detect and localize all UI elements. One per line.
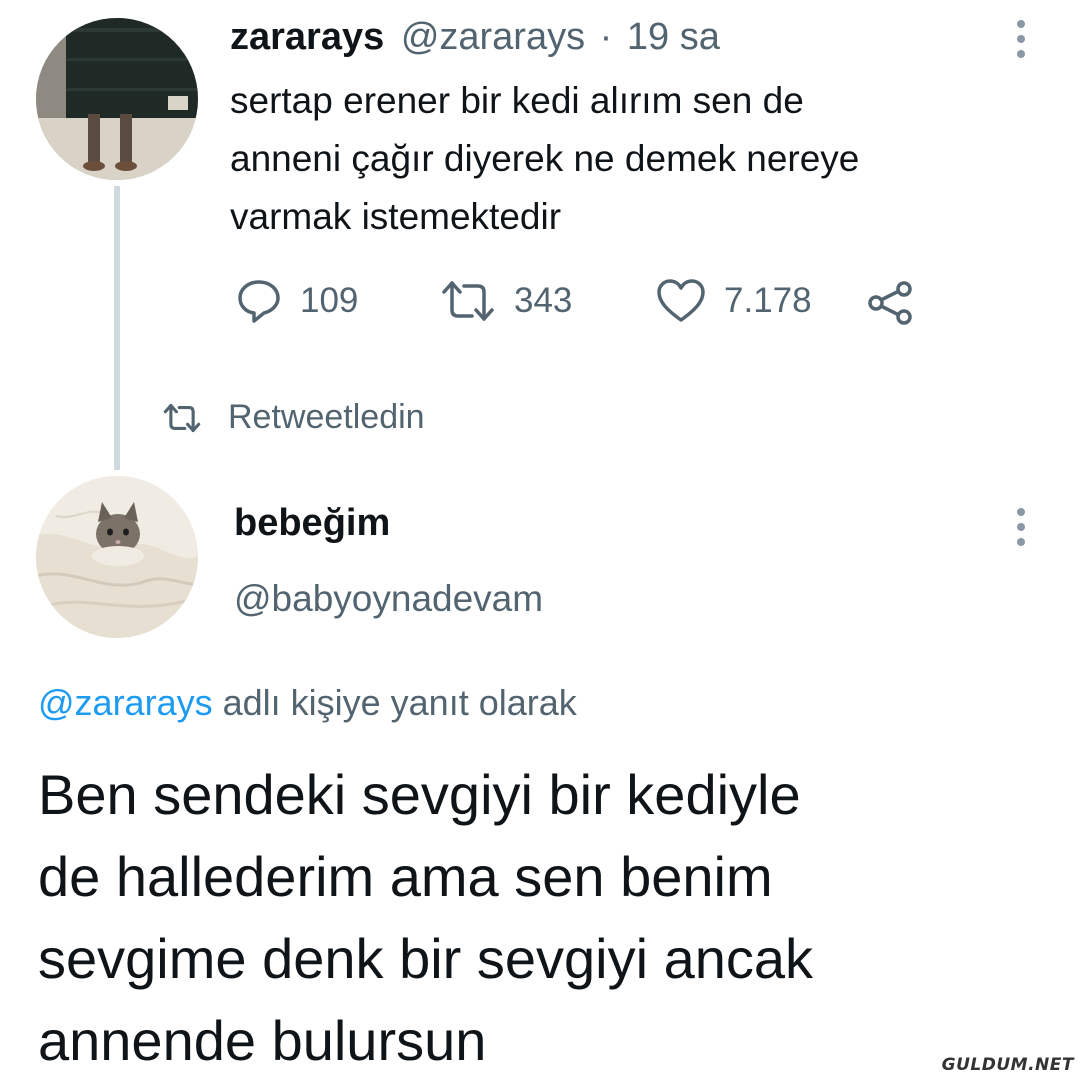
handle[interactable]: @zararays (401, 16, 585, 58)
retweet-button[interactable]: 343 (440, 278, 572, 324)
retweet-icon (163, 403, 201, 432)
like-count: 7.178 (724, 281, 812, 320)
share-icon (868, 281, 912, 325)
reply-icon (238, 280, 280, 323)
tweet-text-line: anneni çağır diyerek ne demek nereye (230, 138, 860, 179)
avatar-zararays[interactable] (36, 18, 198, 180)
like-button[interactable]: 7.178 (656, 278, 812, 324)
retweet-context-label[interactable]: Retweetledin (228, 398, 425, 437)
reply-context: @zararays adlı kişiye yanıt olarak (38, 682, 577, 724)
retweet-count: 343 (514, 281, 573, 320)
more-icon[interactable] (1014, 20, 1028, 58)
tweet2-display-name[interactable]: bebeğim (234, 502, 390, 545)
share-button[interactable] (866, 280, 916, 331)
tweet-text-line: annende bulursun (38, 1009, 487, 1072)
more-icon[interactable] (1014, 508, 1028, 546)
tweet-text-line: de hallederim ama sen benim (38, 845, 773, 908)
avatar-babyoynadevam[interactable] (36, 476, 198, 638)
display-name[interactable]: zararays (230, 16, 384, 58)
retweet-context: Retweetledin (162, 398, 425, 437)
tweet1-header: zararays @zararays · 19 sa (230, 14, 720, 60)
reply-count: 109 (300, 281, 359, 320)
tweet2-handle[interactable]: @babyoynadevam (234, 578, 543, 620)
watermark: GULDUM.NET (941, 1055, 1074, 1075)
avatar-image (36, 476, 198, 638)
reply-context-text: adlı kişiye yanıt olarak (212, 682, 577, 723)
tweet-text-line: Ben sendeki sevgiyi bir kediyle (38, 763, 801, 826)
reply-mention-link[interactable]: @zararays (38, 682, 213, 723)
reply-button[interactable]: 109 (236, 278, 358, 324)
avatar-image (36, 18, 198, 180)
tweet-text-line: varmak istemektedir (230, 196, 562, 237)
heart-icon (657, 279, 705, 322)
timestamp[interactable]: 19 sa (627, 16, 720, 58)
tweet2-text: Ben sendeki sevgiyi bir kediyle de halle… (38, 754, 813, 1082)
retweet-icon (442, 281, 494, 321)
tweet-text-line: sertap erener bir kedi alırım sen de (230, 80, 804, 121)
tweet-text-line: sevgime denk bir sevgiyi ancak (38, 927, 814, 990)
separator: · (599, 16, 613, 58)
thread-connector (114, 186, 120, 470)
tweet1-text: sertap erener bir kedi alırım sen de ann… (230, 72, 859, 246)
